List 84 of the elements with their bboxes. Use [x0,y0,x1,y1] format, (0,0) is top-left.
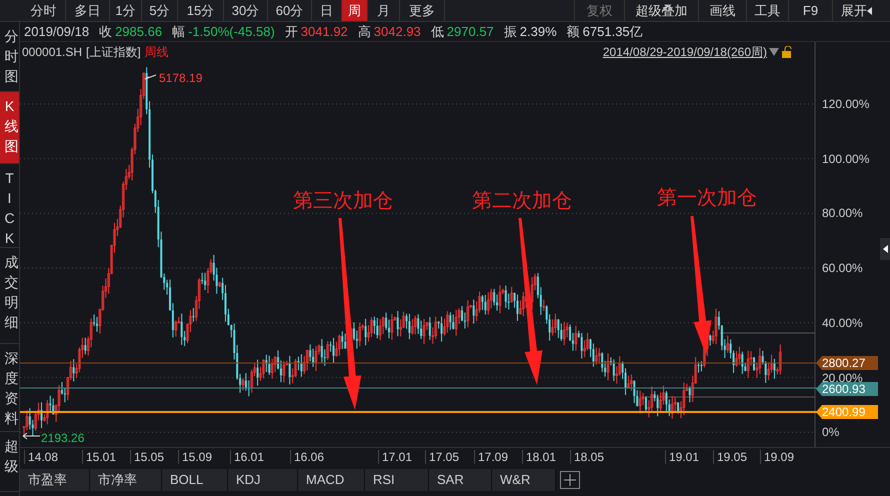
date-label: 14.08 [24,450,58,464]
quote-value: 3041.92 [300,22,348,41]
quote-label: 收 [99,22,112,41]
toolbar-button[interactable]: 超级叠加 [624,0,698,21]
date-label: 19.01 [665,450,700,464]
axis-label: 0% [822,426,840,438]
period-tab[interactable]: 1分 [110,0,142,21]
indicator-tab[interactable]: W&R [492,468,556,490]
toolbar-button[interactable]: F9 [788,0,832,21]
index-name: [上证指数] [86,44,141,61]
sidebar-tab[interactable]: 超级 [0,432,19,492]
quote-label: 低 [430,22,444,41]
add-icon[interactable] [560,470,580,488]
period-tab[interactable]: 多日 [66,0,110,21]
sidebar-tab[interactable]: 深度资料 [0,344,19,432]
price-tag: 2800.27 [816,356,878,370]
axis-label: 120.00% [822,98,870,110]
date-label: 17.01 [378,450,412,464]
high-price-label: 5178.19 [159,70,202,87]
quote-value: 2985.66 [115,22,162,41]
date-label: 18.05 [570,450,604,464]
quote-value: 2970.57 [446,22,494,41]
sidebar-tab[interactable]: 成交明细 [0,248,19,344]
axis-label: 80.00% [822,207,863,220]
date-label: 16.06 [290,450,324,464]
annotation-text: 第二次加仓 [472,189,572,214]
indicator-tab[interactable]: 市盈率 [20,468,90,490]
annotation-text: 第一次加仓 [657,186,757,211]
low-price-label: 2193.26 [41,430,84,447]
period-tab[interactable]: 5分 [142,0,178,21]
period-tab[interactable]: 60分 [268,0,312,21]
annotation-text: 第三次加仓 [293,189,393,214]
quote-label: 振 [504,22,517,41]
quote-value: -1.50%(-45.58) [188,22,275,41]
toolbar-button[interactable]: 工具 [746,0,788,21]
period-tab[interactable]: 分时 [22,0,66,21]
quote-value: 6751.35亿 [582,22,643,41]
sidebar-tab[interactable]: K线图 [0,92,19,164]
quote-label: 额 [566,22,580,41]
date-label: 18.01 [522,450,556,464]
axis-label: 40.00% [822,316,863,329]
date-label: 17.09 [474,450,508,464]
caret-icon [882,245,888,253]
indicator-tab[interactable]: SAR [429,468,492,490]
symbol-label: 000001.SH [22,44,82,61]
period-tab[interactable]: 更多 [400,0,445,21]
date-range-link[interactable]: 2014/08/29-2019/09/18(260周) [602,43,767,61]
quote-value: 2.39% [520,22,557,41]
period-tab[interactable]: 月 [368,0,400,21]
date-label: 16.01 [230,450,264,464]
caret-icon [867,6,872,14]
price-tag: 2600.93 [816,382,878,396]
quote-label: 幅 [172,22,186,41]
period-tab[interactable]: 30分 [224,0,268,21]
indicator-tab[interactable]: MACD [298,468,365,490]
period-tab[interactable]: 15分 [178,0,224,21]
toolbar-button[interactable]: 展开 [832,0,880,21]
sidebar-tab[interactable]: TICK [0,164,19,248]
date-label: 19.05 [713,450,748,464]
axis-label: 60.00% [822,262,863,274]
collapse-button[interactable] [880,238,890,260]
leader-line [144,74,156,80]
indicator-tab[interactable]: RSI [365,468,429,490]
period-label: 周线 [144,44,169,61]
date-label: 15.09 [178,450,212,464]
quote-value: 3042.93 [374,22,421,41]
date-label: 15.01 [82,450,116,464]
date-label: 19.09 [760,450,794,464]
quote-label: 高 [358,22,371,41]
quote-label: 开 [284,22,298,41]
period-tab[interactable]: 周 [342,0,368,21]
quote-date: 2019/09/18 [24,22,90,41]
axis-label: 100.00% [822,152,870,165]
price-tag: 2400.99 [816,405,878,419]
leader-line [22,432,40,440]
indicator-tab[interactable]: 市净率 [90,468,162,490]
dropdown-icon[interactable] [769,48,779,56]
date-label: 17.05 [425,450,460,464]
date-label: 15.05 [130,450,164,464]
toolbar-button[interactable]: 画线 [698,0,746,21]
indicator-tab[interactable]: BOLL [162,468,228,490]
indicator-tab[interactable]: KDJ [228,468,298,490]
lock-icon[interactable] [781,46,793,58]
axis-label: 20.00% [822,372,863,384]
